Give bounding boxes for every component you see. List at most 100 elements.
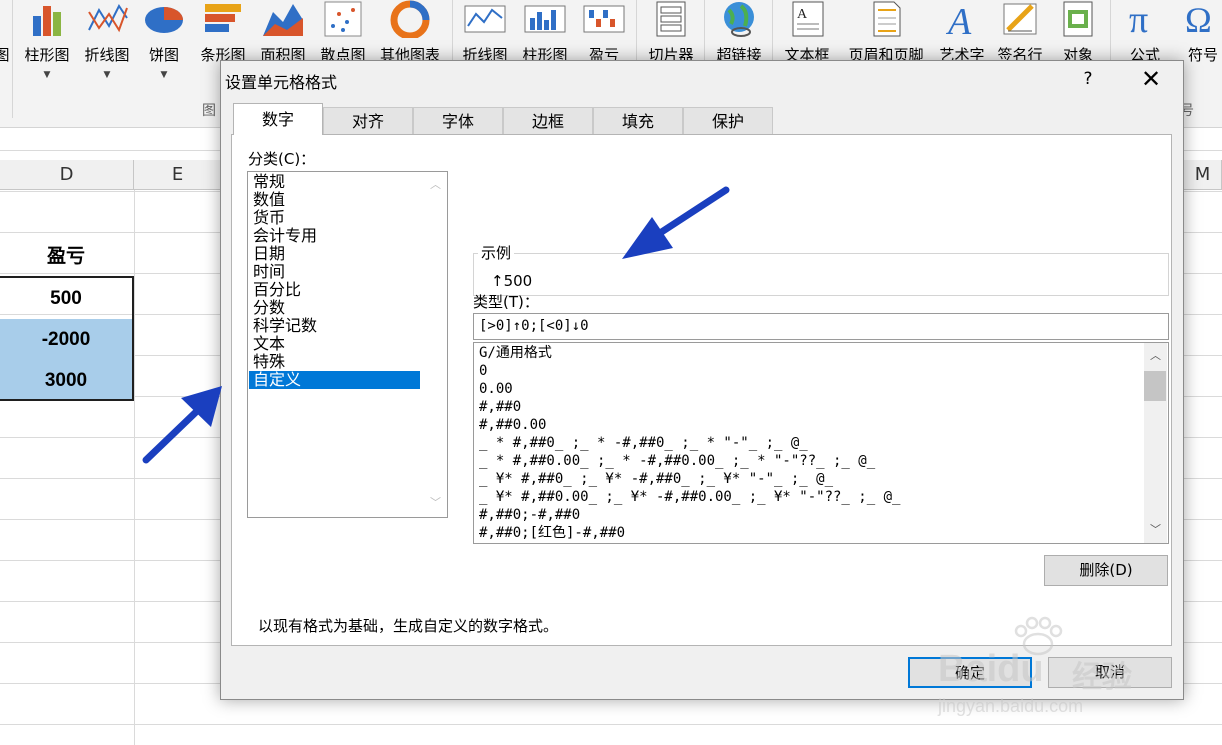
- sample-label: 示例: [478, 242, 515, 263]
- svg-text:A: A: [797, 7, 808, 22]
- baidu-jingyan-watermark: Baidu 经验 jingyan.baidu.com: [938, 616, 1168, 724]
- wordart-icon: A: [945, 1, 972, 38]
- format-item[interactable]: #,##0;[红色]-#,##0: [479, 524, 625, 542]
- tab-label: 字体: [441, 112, 474, 131]
- column-chart-icon: [33, 6, 61, 36]
- cell-header[interactable]: 盈亏: [0, 236, 132, 277]
- type-input[interactable]: [>0]↑0;[<0]↓0: [473, 313, 1169, 340]
- category-item[interactable]: 特殊: [249, 353, 420, 371]
- column-header-m[interactable]: M: [1184, 160, 1222, 190]
- ribbon-item-label: 柱形图: [24, 46, 70, 64]
- svg-text:Ω: Ω: [1185, 0, 1212, 38]
- tab-label: 对齐: [351, 112, 384, 131]
- format-scrollbar[interactable]: ︿ ﹀: [1144, 343, 1167, 543]
- tab-number[interactable]: 数字: [233, 103, 323, 135]
- category-item[interactable]: 数值: [249, 191, 420, 209]
- line-chart-icon: [88, 4, 128, 33]
- delete-button[interactable]: 删除(D): [1044, 555, 1168, 586]
- area-chart-icon: [263, 4, 303, 36]
- ribbon-item-chart[interactable]: 图: [0, 0, 12, 92]
- category-item[interactable]: 百分比: [249, 281, 420, 299]
- bar-chart-icon: [205, 4, 241, 32]
- watermark-url: jingyan.baidu.com: [938, 696, 1084, 716]
- format-item[interactable]: _ ¥* #,##0_ ;_ ¥* -#,##0_ ;_ ¥* "-"_ ;_ …: [479, 470, 833, 488]
- tab-border[interactable]: 边框: [503, 107, 593, 134]
- ribbon-item-label: 折线图: [84, 46, 130, 64]
- format-item[interactable]: 0.00: [479, 380, 513, 398]
- watermark-cn: 经验: [1072, 661, 1132, 694]
- format-item[interactable]: 0: [479, 362, 487, 380]
- tab-label: 保护: [711, 112, 744, 131]
- tab-protection[interactable]: 保护: [683, 107, 773, 134]
- format-item[interactable]: #,##0;-#,##0: [479, 506, 580, 524]
- category-item[interactable]: 常规: [249, 173, 420, 191]
- sparkline-column-icon: [524, 5, 566, 33]
- chevron-down-icon[interactable]: ﹀: [1144, 521, 1167, 539]
- dialog-title: 设置单元格格式: [225, 73, 338, 92]
- sample-value: ↑500: [491, 272, 533, 290]
- tab-fill[interactable]: 填充: [593, 107, 683, 134]
- ribbon-separator: [12, 0, 13, 118]
- object-icon: [1063, 1, 1093, 37]
- chevron-down-icon[interactable]: ﹀: [424, 494, 447, 512]
- category-item[interactable]: 日期: [249, 245, 420, 263]
- signature-line-icon: [1003, 3, 1037, 35]
- column-header-label: E: [171, 164, 184, 185]
- category-label: 分类(C)：: [248, 150, 316, 168]
- format-cells-dialog: 设置单元格格式 ? ✕ 数字 对齐 字体 边框 填充 保护 分类(C)： 常规 …: [220, 60, 1184, 700]
- other-chart-icon: [390, 0, 430, 38]
- pie-chart-icon: [145, 7, 183, 33]
- format-item[interactable]: #,##0.00: [479, 416, 546, 434]
- category-item[interactable]: 分数: [249, 299, 420, 317]
- chevron-up-icon[interactable]: ︿: [424, 176, 447, 194]
- column-header-e[interactable]: E: [134, 160, 222, 190]
- chevron-up-icon[interactable]: ︿: [1144, 347, 1167, 365]
- format-item[interactable]: #,##0: [479, 398, 521, 416]
- category-item[interactable]: 时间: [249, 263, 420, 281]
- svg-text:A: A: [945, 1, 972, 38]
- format-list[interactable]: G/通用格式 0 0.00 #,##0 #,##0.00 _ * #,##0_ …: [473, 342, 1169, 544]
- tab-label: 边框: [531, 112, 564, 131]
- grid-line: [134, 190, 135, 745]
- svg-text:π: π: [1129, 0, 1148, 38]
- scrollbar-thumb[interactable]: [1144, 371, 1166, 401]
- chevron-down-icon[interactable]: ▼: [161, 70, 168, 80]
- format-item[interactable]: _ ¥* #,##0.00_ ;_ ¥* -#,##0.00_ ;_ ¥* "-…: [479, 488, 900, 506]
- number-tab-panel: 分类(C)： 常规 数值 货币 会计专用 日期 时间 百分比 分数 科学记数 文…: [231, 134, 1172, 646]
- category-item[interactable]: 会计专用: [249, 227, 420, 245]
- format-description: 以现有格式为基础，生成自定义的数字格式。: [258, 617, 559, 635]
- hyperlink-icon: [724, 2, 754, 37]
- category-item[interactable]: 货币: [249, 209, 420, 227]
- header-footer-icon: [873, 1, 901, 37]
- tab-alignment[interactable]: 对齐: [323, 107, 413, 134]
- tab-font[interactable]: 字体: [413, 107, 503, 134]
- tab-label: 数字: [261, 110, 294, 129]
- column-header-d[interactable]: D: [0, 160, 134, 190]
- ribbon-item-pie-chart[interactable]: 饼图 ▼: [138, 0, 190, 92]
- chevron-down-icon[interactable]: ▼: [44, 70, 51, 80]
- category-item[interactable]: 文本: [249, 335, 420, 353]
- type-label: 类型(T)：: [473, 293, 539, 311]
- close-icon[interactable]: ✕: [1133, 65, 1169, 93]
- format-item[interactable]: G/通用格式: [479, 344, 552, 362]
- category-scrollbar[interactable]: ︿ ﹀: [424, 172, 447, 517]
- ribbon-group-label-chart: 图: [202, 103, 216, 119]
- textbox-icon: A: [792, 1, 824, 37]
- category-item-selected[interactable]: 自定义: [249, 371, 420, 389]
- help-icon[interactable]: ?: [1073, 66, 1103, 92]
- category-item[interactable]: 科学记数: [249, 317, 420, 335]
- ribbon-item-label: 图: [0, 46, 10, 64]
- ribbon-item-column-chart[interactable]: 柱形图 ▼: [18, 0, 76, 92]
- scatter-chart-icon: [324, 1, 362, 37]
- format-item[interactable]: _ * #,##0_ ;_ * -#,##0_ ;_ * "-"_ ;_ @_: [479, 434, 808, 452]
- slicer-icon: [656, 1, 686, 37]
- ribbon-item-label: 饼图: [148, 46, 179, 64]
- equation-icon: π: [1129, 0, 1148, 38]
- selection-border: [0, 276, 134, 401]
- chevron-down-icon[interactable]: ▼: [104, 70, 111, 80]
- tab-label: 填充: [621, 112, 654, 131]
- symbol-icon: Ω: [1185, 0, 1212, 38]
- format-item[interactable]: _ * #,##0.00_ ;_ * -#,##0.00_ ;_ * "-"??…: [479, 452, 875, 470]
- category-list[interactable]: 常规 数值 货币 会计专用 日期 时间 百分比 分数 科学记数 文本 特殊 自定…: [247, 171, 448, 518]
- ribbon-item-line-chart[interactable]: 折线图 ▼: [78, 0, 136, 92]
